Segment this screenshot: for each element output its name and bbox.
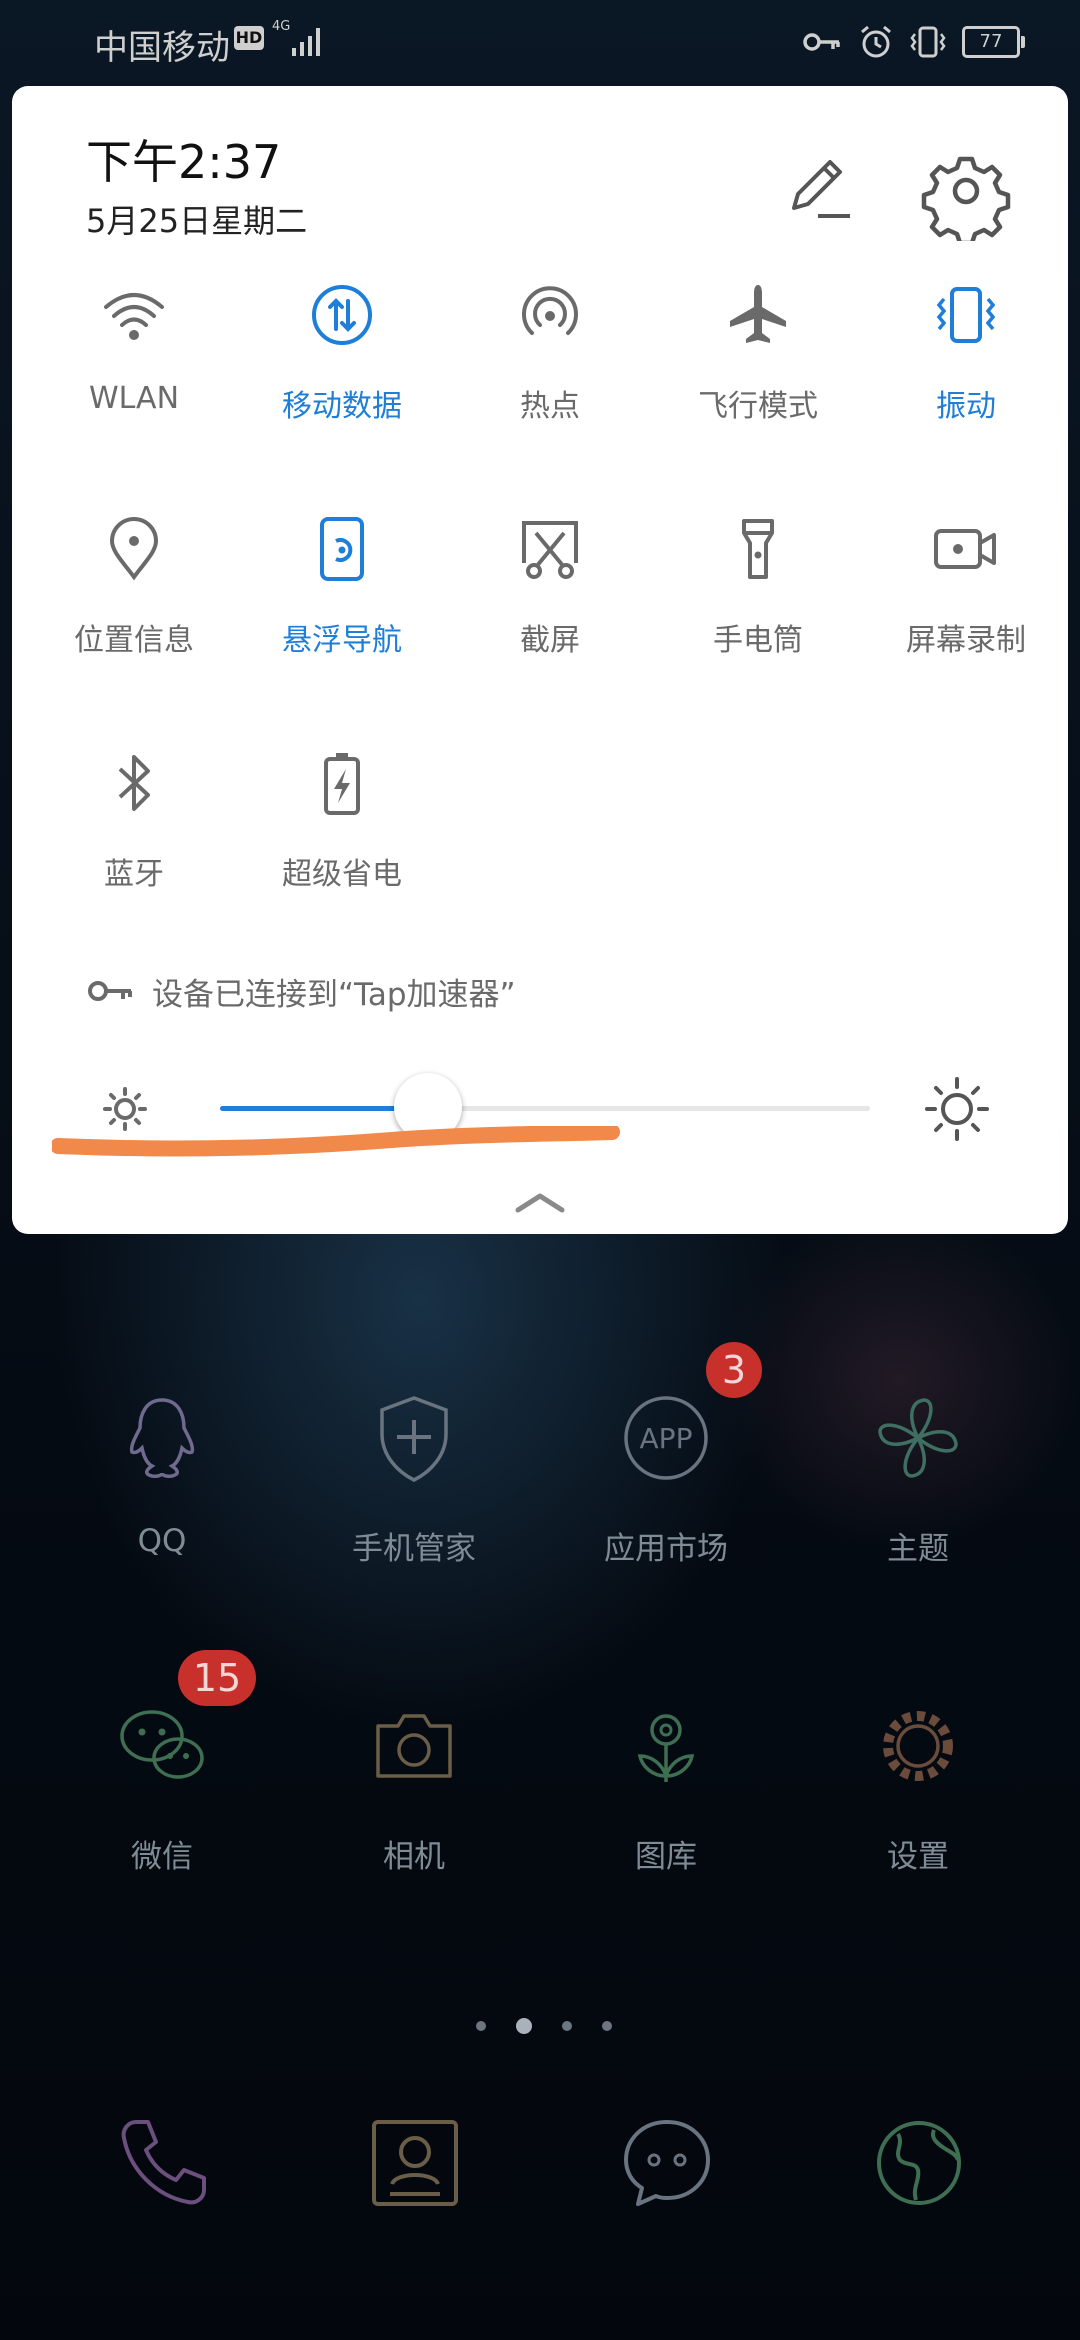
annotation-scribble bbox=[52, 1126, 620, 1157]
tile-mobile-data[interactable]: 移动数据 bbox=[242, 281, 442, 461]
app-label: 相机 bbox=[383, 1839, 445, 1875]
battery-saver-icon bbox=[324, 753, 360, 815]
tile-label: 屏幕录制 bbox=[906, 623, 1026, 658]
network-type: 4G bbox=[272, 19, 291, 34]
app-qq[interactable]: QQ bbox=[52, 1388, 272, 1618]
tile-label: 手电筒 bbox=[713, 623, 803, 658]
gallery-icon bbox=[637, 1714, 695, 1782]
wifi-icon bbox=[104, 293, 164, 340]
screenshot-icon bbox=[522, 521, 578, 579]
tile-floating-nav[interactable]: 悬浮导航 bbox=[242, 515, 442, 695]
tile-label: 移动数据 bbox=[282, 389, 402, 424]
edit-tiles-button[interactable] bbox=[772, 146, 862, 236]
shield-plus-icon bbox=[380, 1396, 448, 1482]
brightness-slider[interactable] bbox=[220, 1073, 870, 1141]
battery-level: 77 bbox=[979, 31, 1003, 52]
app-gallery[interactable]: 图库 bbox=[556, 1696, 776, 1926]
app-camera[interactable]: 相机 bbox=[304, 1696, 524, 1926]
alarm-icon bbox=[861, 25, 891, 58]
tile-label: 超级省电 bbox=[282, 857, 402, 892]
page-dot-active bbox=[516, 2018, 532, 2034]
app-label: 设置 bbox=[887, 1839, 949, 1875]
collapse-chevron-icon[interactable] bbox=[512, 1188, 568, 1218]
app-market-icon: APP bbox=[624, 1396, 708, 1480]
app-phone-manager[interactable]: 手机管家 bbox=[304, 1388, 524, 1618]
signal-icon bbox=[292, 28, 320, 56]
wechat-icon bbox=[120, 1710, 204, 1779]
theme-icon bbox=[878, 1398, 958, 1478]
tile-label: 热点 bbox=[520, 389, 580, 424]
app-market-badge: 3 bbox=[706, 1342, 762, 1398]
floating-nav-icon bbox=[320, 517, 364, 581]
tile-vibrate[interactable]: 振动 bbox=[866, 281, 1066, 461]
screen-record-icon bbox=[934, 529, 996, 569]
app-app-market[interactable]: APP 应用市场 bbox=[556, 1388, 776, 1618]
tile-label: WLAN bbox=[88, 381, 180, 416]
app-wechat[interactable]: 微信 bbox=[52, 1696, 272, 1926]
tile-label: 飞行模式 bbox=[698, 389, 818, 424]
tile-label: 截屏 bbox=[520, 623, 580, 658]
vpn-connected-notice[interactable]: 设备已连接到“Tap加速器” bbox=[86, 966, 516, 1016]
phone-icon[interactable] bbox=[108, 2108, 218, 2218]
page-dot bbox=[476, 2021, 486, 2031]
tile-hotspot[interactable]: 热点 bbox=[450, 281, 650, 461]
camera-icon bbox=[376, 1714, 452, 1778]
app-settings[interactable]: 设置 bbox=[808, 1696, 1028, 1926]
vpn-key-icon bbox=[88, 981, 132, 1001]
app-label: 主题 bbox=[887, 1531, 949, 1567]
quick-settings-panel: 下午2:37 5月25日星期二 WLAN 移动数据 热点 飞行模式 振动 位置信… bbox=[12, 86, 1068, 1234]
qq-icon bbox=[129, 1398, 195, 1478]
browser-icon[interactable] bbox=[864, 2108, 974, 2218]
wechat-badge: 15 bbox=[178, 1650, 256, 1706]
mobile-data-icon bbox=[312, 285, 372, 345]
app-label: 图库 bbox=[635, 1839, 697, 1875]
tile-label: 振动 bbox=[936, 389, 996, 424]
contacts-icon[interactable] bbox=[360, 2108, 470, 2218]
settings-gear-icon bbox=[883, 1711, 953, 1781]
tile-battery-saver[interactable]: 超级省电 bbox=[242, 749, 442, 929]
bluetooth-icon bbox=[118, 755, 150, 811]
tile-location[interactable]: 位置信息 bbox=[34, 515, 234, 695]
vpn-notice-text: 设备已连接到“Tap加速器” bbox=[152, 976, 516, 1013]
page-dot bbox=[562, 2021, 572, 2031]
vibrate-icon bbox=[936, 287, 996, 343]
tile-flashlight[interactable]: 手电筒 bbox=[658, 515, 858, 695]
hotspot-icon bbox=[522, 286, 578, 335]
settings-button[interactable] bbox=[916, 141, 1016, 241]
tile-wlan[interactable]: WLAN bbox=[34, 281, 234, 461]
tile-screenshot[interactable]: 截屏 bbox=[450, 515, 650, 695]
tile-airplane-mode[interactable]: 飞行模式 bbox=[658, 281, 858, 461]
hd-badge: HD bbox=[234, 26, 264, 50]
app-theme[interactable]: 主题 bbox=[808, 1388, 1028, 1618]
carrier-name: 中国移动 bbox=[94, 28, 230, 68]
tile-label: 蓝牙 bbox=[104, 857, 164, 892]
messages-icon[interactable] bbox=[612, 2108, 722, 2218]
vibrate-status-icon bbox=[910, 26, 946, 58]
flashlight-icon bbox=[742, 519, 774, 579]
location-icon bbox=[109, 517, 159, 581]
vpn-key-icon bbox=[803, 33, 840, 51]
panel-date: 5月25日星期二 bbox=[86, 202, 308, 240]
panel-time: 下午2:37 bbox=[86, 135, 282, 189]
battery-indicator: 77 bbox=[962, 26, 1025, 58]
tile-label: 悬浮导航 bbox=[282, 623, 402, 658]
page-dot bbox=[602, 2021, 612, 2031]
tile-label: 位置信息 bbox=[74, 623, 194, 658]
airplane-icon bbox=[730, 285, 786, 343]
status-bar: 中国移动 HD 4G 77 bbox=[0, 0, 1080, 84]
brightness-high-icon bbox=[925, 1077, 989, 1141]
app-label: 微信 bbox=[131, 1839, 193, 1875]
app-label: QQ bbox=[137, 1523, 187, 1559]
tile-bluetooth[interactable]: 蓝牙 bbox=[34, 749, 234, 929]
app-label: 应用市场 bbox=[604, 1531, 728, 1567]
tile-screen-record[interactable]: 屏幕录制 bbox=[866, 515, 1066, 695]
page-indicator bbox=[476, 2014, 612, 2038]
app-label: 手机管家 bbox=[352, 1531, 476, 1567]
app-market-icon-text: APP bbox=[640, 1422, 693, 1455]
